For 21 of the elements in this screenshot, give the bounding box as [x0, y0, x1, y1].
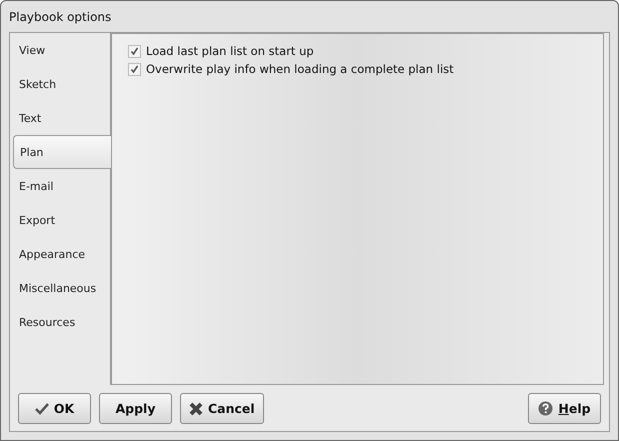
help-icon	[538, 401, 554, 416]
help-button[interactable]: Help	[528, 393, 601, 424]
tab[interactable]: Plan	[13, 135, 111, 169]
cancel-button[interactable]: Cancel	[180, 393, 264, 424]
close-icon	[189, 402, 203, 416]
tab[interactable]: Text	[10, 101, 110, 135]
ok-button[interactable]: OK	[18, 393, 91, 424]
tab[interactable]: Miscellaneous	[10, 271, 110, 305]
tab[interactable]: E-mail	[10, 169, 110, 203]
checkbox-label: Load last plan list on start up	[146, 44, 314, 58]
checkbox[interactable]	[128, 62, 141, 76]
checkbox[interactable]	[128, 44, 141, 58]
tab[interactable]: Sketch	[10, 67, 110, 101]
checkbox-label: Overwrite play info when loading a complete plan list	[146, 62, 454, 76]
window-title: Playbook options	[9, 8, 112, 26]
apply-button[interactable]: Apply	[99, 393, 172, 424]
tab[interactable]: Export	[10, 203, 110, 237]
checkmark-icon	[34, 402, 49, 414]
tab[interactable]: Resources	[10, 305, 110, 339]
tab[interactable]: View	[10, 33, 110, 67]
tab[interactable]: Appearance	[10, 237, 110, 271]
